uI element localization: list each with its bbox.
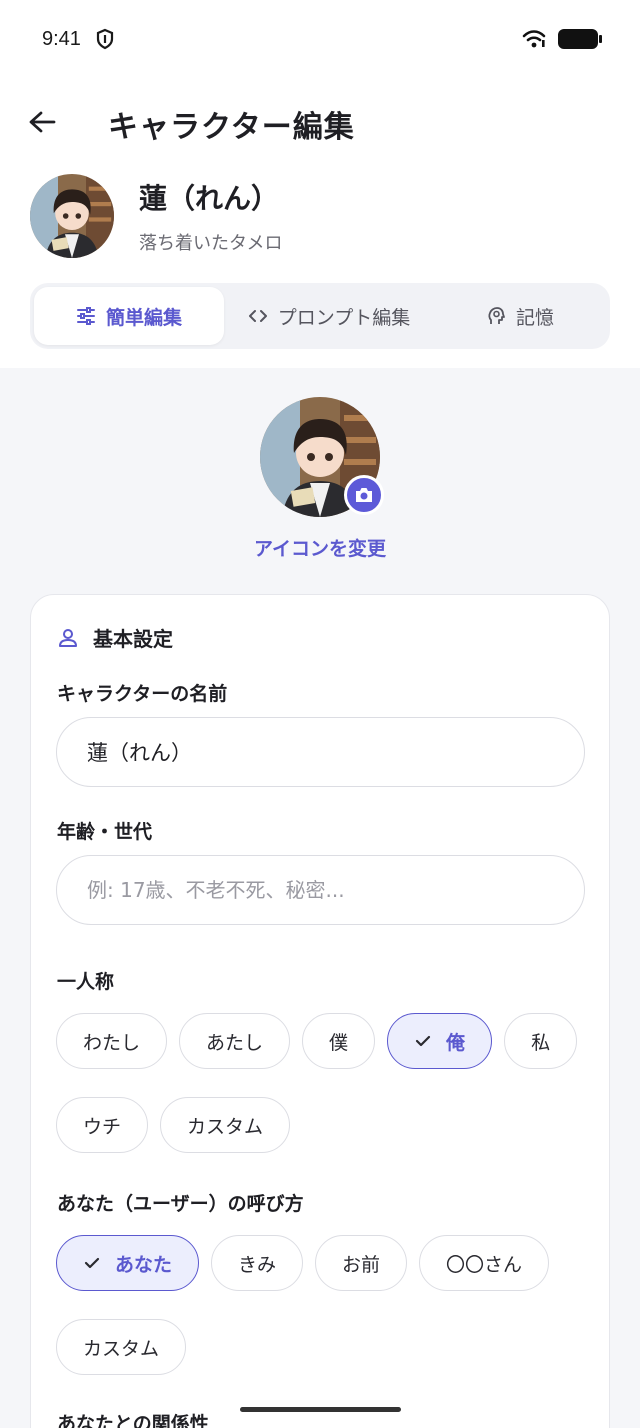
character-name: 蓮（れん） (139, 182, 280, 215)
tab-label: 簡単編集 (105, 306, 182, 329)
character-avatar-image (30, 174, 114, 258)
change-icon-link[interactable]: アイコンを変更 (0, 534, 640, 561)
tab-label: 記憶 (515, 306, 554, 329)
chip-label: 俺 (446, 1031, 466, 1054)
check-icon (415, 1035, 431, 1047)
chip-label: ウチ (83, 1115, 122, 1138)
chip-label: 〇〇さん (446, 1253, 523, 1276)
name-value: 蓮（れん） (87, 741, 192, 765)
chip-boku[interactable]: 僕 (302, 1013, 376, 1069)
chip-custom[interactable]: カスタム (56, 1319, 187, 1375)
chip-label: あたし (206, 1031, 264, 1054)
status-bar: 9:41 (0, 0, 640, 78)
avatar (30, 174, 114, 258)
chip-uchi[interactable]: ウチ (56, 1097, 149, 1153)
section-header: 基本設定 (57, 623, 173, 652)
call-user-options: あなた きみ お前 〇〇さん カスタム (56, 1235, 596, 1375)
back-button[interactable] (24, 100, 60, 144)
home-indicator (240, 1407, 401, 1412)
tab-memory[interactable]: 記憶 (434, 287, 606, 345)
camera-button[interactable] (344, 475, 384, 515)
chip-label: 私 (531, 1031, 551, 1054)
status-time: 9:41 (42, 27, 81, 50)
sliders-icon (76, 307, 95, 325)
name-label: キャラクターの名前 (57, 683, 228, 705)
chip-watashi[interactable]: わたし (56, 1013, 168, 1069)
first-person-options: わたし あたし 僕 俺 私 ウチ カスタム (56, 1013, 596, 1153)
simple-edit-panel: アイコンを変更 基本設定 キャラクターの名前 蓮（れん） 年齢・世代 一人称 わ… (0, 368, 640, 1428)
chip-omae[interactable]: お前 (315, 1235, 408, 1291)
battery-icon (558, 29, 602, 49)
user-icon (59, 628, 77, 647)
arrow-left-icon (29, 111, 56, 133)
age-label: 年齢・世代 (57, 821, 153, 843)
chip-label: 僕 (329, 1031, 349, 1054)
chip-label: カスタム (83, 1337, 160, 1360)
chip-atashi[interactable]: あたし (179, 1013, 291, 1069)
chip-san[interactable]: 〇〇さん (419, 1235, 550, 1291)
call-user-label: あなた（ユーザー）の呼び方 (57, 1193, 304, 1215)
chip-label: カスタム (187, 1115, 264, 1138)
chip-label: わたし (83, 1031, 141, 1054)
profile-header: 蓮（れん） 落ち着いたタメロ (30, 174, 282, 258)
tab-simple-edit[interactable]: 簡単編集 (34, 287, 224, 345)
first-person-label: 一人称 (57, 971, 115, 993)
tab-prompt-edit[interactable]: プロンプト編集 (224, 287, 434, 345)
code-icon (248, 310, 267, 322)
relation-label: あなたとの関係性 (57, 1413, 209, 1428)
basic-settings-card: 基本設定 キャラクターの名前 蓮（れん） 年齢・世代 一人称 わたし あたし 僕… (30, 594, 610, 1428)
chip-label: お前 (342, 1253, 381, 1276)
name-field[interactable]: 蓮（れん） (56, 717, 585, 787)
chip-label: あなた (115, 1253, 173, 1276)
chip-custom[interactable]: カスタム (160, 1097, 291, 1153)
check-icon (84, 1257, 100, 1269)
chip-kimi[interactable]: きみ (211, 1235, 304, 1291)
wifi-icon (522, 30, 546, 48)
section-title: 基本設定 (93, 627, 173, 651)
shield-icon (96, 28, 114, 50)
character-subtitle: 落ち着いたタメロ (139, 233, 283, 254)
chip-ore[interactable]: 俺 (387, 1013, 493, 1069)
brain-head-icon (488, 307, 505, 324)
edit-mode-tabs: 簡単編集 プロンプト編集 記憶 (30, 283, 610, 349)
page-title: キャラクター編集 (108, 110, 355, 145)
top-section: 9:41 キャラクター編集 蓮（れん） 落ち着いたタメロ 簡単編集 プロンプト編… (0, 0, 640, 368)
avatar-editor[interactable] (260, 397, 384, 519)
chip-watakushi[interactable]: 私 (504, 1013, 578, 1069)
tab-label: プロンプト編集 (277, 306, 411, 329)
camera-icon (356, 488, 372, 502)
age-input[interactable] (87, 878, 554, 902)
chip-anata[interactable]: あなた (56, 1235, 200, 1291)
app-bar: キャラクター編集 (0, 92, 640, 152)
age-field[interactable] (56, 855, 585, 925)
chip-label: きみ (238, 1253, 277, 1276)
